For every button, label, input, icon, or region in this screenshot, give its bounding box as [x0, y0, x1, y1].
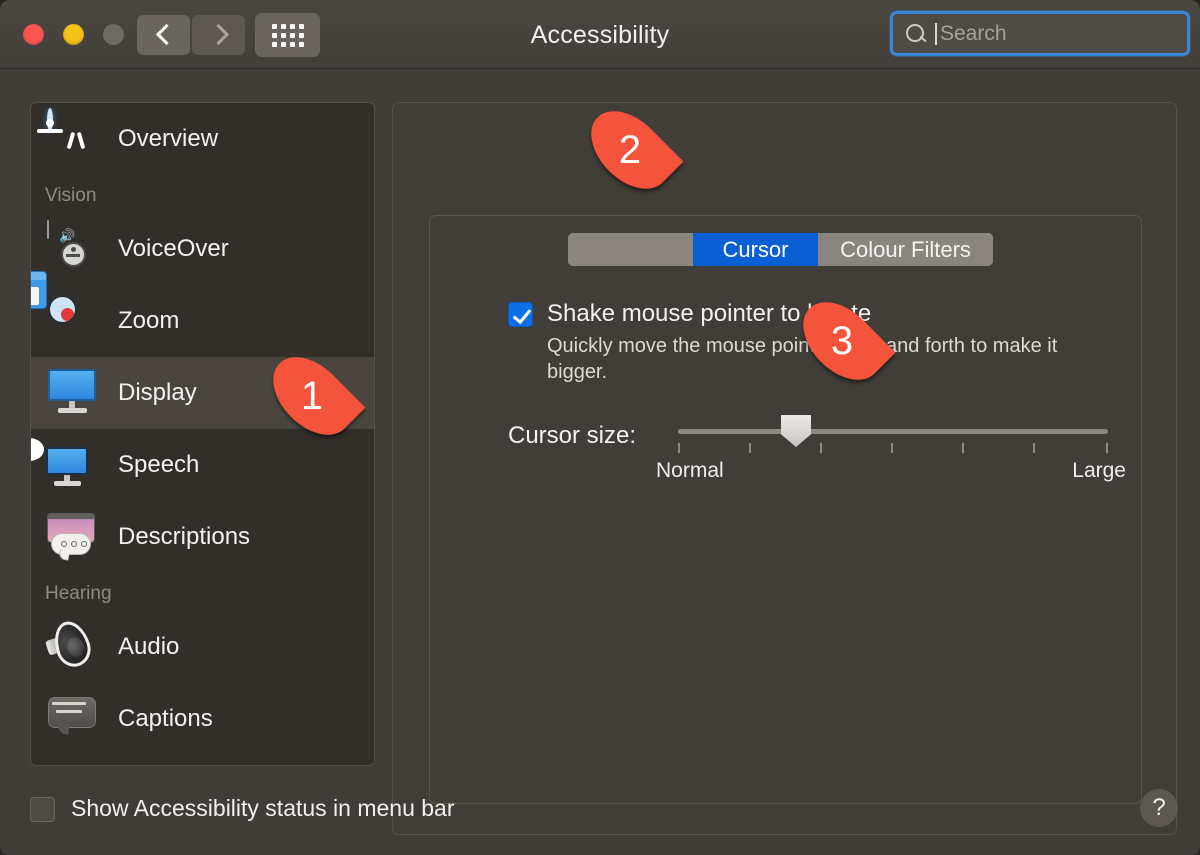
help-button[interactable]: ?	[1140, 789, 1178, 827]
sidebar-item-voiceover[interactable]: 🔊 VoiceOver	[31, 213, 374, 285]
search-icon	[905, 23, 927, 45]
captions-icon	[45, 691, 101, 747]
sidebar-group-hearing: Hearing	[45, 583, 112, 604]
sidebar-group-vision: Vision	[45, 185, 97, 206]
zoom-magnifier-icon	[31, 271, 101, 349]
search-field[interactable]: Search	[890, 11, 1190, 56]
cursor-size-row: Cursor size: Normal Large	[508, 413, 1126, 482]
shake-pointer-checkbox[interactable]	[508, 302, 533, 327]
slider-max-label: Large	[1072, 459, 1126, 482]
sidebar-item-label: VoiceOver	[118, 235, 229, 262]
marker-number: 1	[300, 373, 324, 418]
cursor-size-label: Cursor size:	[508, 422, 637, 449]
sidebar-item-label: Descriptions	[118, 523, 251, 550]
sidebar-item-label: Captions	[118, 705, 213, 732]
sidebar-item-captions[interactable]: Captions	[31, 683, 374, 755]
speaker-cone-icon	[45, 616, 101, 675]
sidebar-item-descriptions[interactable]: Descriptions	[31, 501, 374, 573]
sidebar-item-label: Speech	[118, 451, 200, 478]
window-footer: Show Accessibility status in menu bar ?	[0, 767, 1200, 855]
slider-min-label: Normal	[656, 459, 724, 482]
sidebar-item-label: Display	[118, 379, 197, 406]
show-status-setting[interactable]: Show Accessibility status in menu bar	[30, 794, 455, 822]
marker-number: 3	[830, 318, 854, 363]
sidebar-item-label: Audio	[118, 633, 180, 660]
search-placeholder: Search	[940, 21, 1007, 45]
speech-bubble-icon	[31, 437, 101, 493]
marker-number: 2	[618, 127, 642, 172]
callout-marker-1: 1	[253, 342, 371, 450]
voiceover-icon: 🔊	[45, 220, 101, 277]
accessibility-person-icon	[37, 108, 101, 167]
display-monitor-icon	[45, 365, 101, 421]
slider-ticks	[678, 443, 1108, 455]
show-status-checkbox[interactable]	[30, 797, 55, 822]
descriptions-icon	[45, 509, 101, 565]
sidebar-item-zoom[interactable]: Zoom	[31, 271, 374, 357]
callout-marker-3: 3	[783, 287, 901, 395]
show-status-label: Show Accessibility status in menu bar	[71, 794, 455, 821]
slider-track	[678, 429, 1108, 434]
display-settings-panel: Cursor Colour Filters Shake mouse pointe…	[392, 102, 1177, 835]
window-titlebar: Accessibility Search	[0, 0, 1200, 69]
sidebar-item-overview[interactable]: Overview	[31, 103, 374, 175]
sidebar-item-label: Overview	[118, 125, 219, 152]
sidebar-item-audio[interactable]: Audio	[31, 611, 374, 683]
sidebar-item-label: Zoom	[118, 307, 180, 334]
sidebar-item-speech[interactable]: Speech	[31, 429, 374, 501]
accessibility-preferences-window: Accessibility Search Overview Vision 🔊 V…	[0, 0, 1200, 855]
text-caret	[935, 22, 937, 45]
callout-marker-2: 2	[571, 96, 689, 204]
